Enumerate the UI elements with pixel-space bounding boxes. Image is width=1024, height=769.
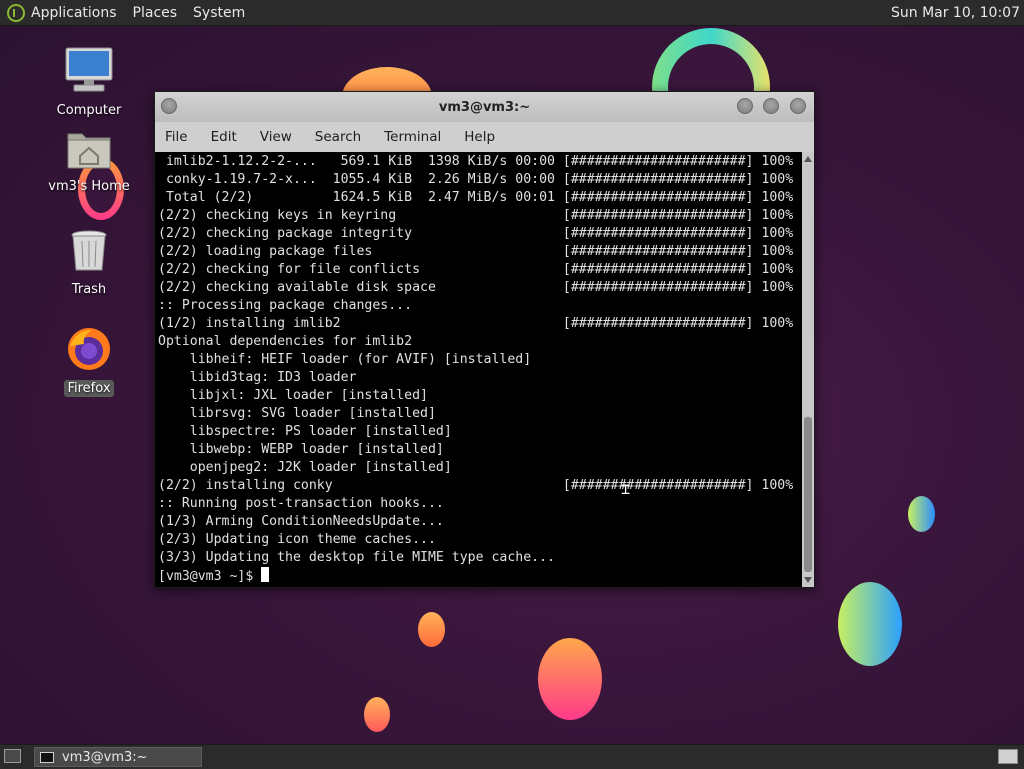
terminal-line: :: Processing package changes... bbox=[158, 298, 413, 313]
desktop-icon-label: Computer bbox=[56, 103, 122, 118]
terminal-line: (2/2) installing conky [################… bbox=[158, 478, 794, 493]
menu-search[interactable]: Search bbox=[315, 129, 361, 145]
terminal-line: (2/2) loading package files [###########… bbox=[158, 244, 794, 259]
scrollbar-thumb[interactable] bbox=[804, 417, 812, 572]
terminal-line: Total (2/2) 1624.5 KiB 2.47 MiB/s 00:01 … bbox=[158, 190, 794, 205]
workspace-switcher[interactable] bbox=[998, 749, 1018, 764]
desktop-icon-computer[interactable]: Computer bbox=[44, 46, 134, 119]
desktop-icon-label: Trash bbox=[71, 282, 107, 297]
clock[interactable]: Sun Mar 10, 10:07 bbox=[891, 5, 1020, 21]
desktop-icon-home[interactable]: vm3's Home bbox=[44, 128, 134, 195]
scroll-down-icon[interactable] bbox=[804, 577, 812, 583]
window-menubar: File Edit View Search Terminal Help bbox=[155, 122, 814, 152]
menu-edit[interactable]: Edit bbox=[211, 129, 237, 145]
terminal-line: :: Running post-transaction hooks... bbox=[158, 496, 444, 511]
terminal-line: libjxl: JXL loader [installed] bbox=[158, 388, 428, 403]
firefox-icon bbox=[44, 326, 134, 376]
terminal-line: (2/2) checking package integrity [######… bbox=[158, 226, 794, 241]
terminal-line: conky-1.19.7-2-x... 1055.4 KiB 2.26 MiB/… bbox=[158, 172, 794, 187]
menu-help[interactable]: Help bbox=[464, 129, 495, 145]
taskbar-button-label: vm3@vm3:~ bbox=[62, 749, 148, 765]
show-desktop-icon[interactable] bbox=[4, 749, 21, 763]
decor-blob bbox=[838, 582, 902, 666]
minimize-button[interactable] bbox=[737, 98, 753, 114]
terminal-line: libheif: HEIF loader (for AVIF) [install… bbox=[158, 352, 532, 367]
distro-logo-icon[interactable] bbox=[7, 3, 25, 22]
terminal-line: (1/3) Arming ConditionNeedsUpdate... bbox=[158, 514, 444, 529]
desktop-icon-label: Firefox bbox=[64, 380, 114, 397]
decor-blob bbox=[908, 496, 935, 532]
terminal-line: (1/2) installing imlib2 [###############… bbox=[158, 316, 794, 331]
terminal-line: (2/2) checking for file conflicts [#####… bbox=[158, 262, 794, 277]
top-panel: Applications Places System Sun Mar 10, 1… bbox=[0, 0, 1024, 26]
menu-applications[interactable]: Applications bbox=[31, 5, 117, 21]
terminal-line: (2/3) Updating icon theme caches... bbox=[158, 532, 436, 547]
close-button[interactable] bbox=[790, 98, 806, 114]
text-cursor bbox=[261, 567, 270, 582]
terminal-line: (3/3) Updating the desktop file MIME typ… bbox=[158, 550, 555, 565]
terminal-window[interactable]: vm3@vm3:~ File Edit View Search Terminal… bbox=[154, 91, 815, 588]
desktop-icon-label: vm3's Home bbox=[48, 179, 130, 194]
terminal-line: Optional dependencies for imlib2 bbox=[158, 334, 413, 349]
menu-view[interactable]: View bbox=[260, 129, 292, 145]
terminal-line: imlib2-1.12.2-2-... 569.1 KiB 1398 KiB/s… bbox=[158, 154, 794, 169]
terminal-line: (2/2) checking keys in keyring [########… bbox=[158, 208, 794, 223]
trash-icon bbox=[44, 229, 134, 277]
window-titlebar[interactable]: vm3@vm3:~ bbox=[155, 92, 814, 122]
desktop-icon-firefox[interactable]: Firefox bbox=[44, 326, 134, 397]
ibeam-cursor-icon: ⌶ bbox=[621, 480, 631, 498]
terminal-line: librsvg: SVG loader [installed] bbox=[158, 406, 436, 421]
terminal-line: (2/2) checking available disk space [###… bbox=[158, 280, 794, 295]
maximize-button[interactable] bbox=[763, 98, 779, 114]
bottom-panel: vm3@vm3:~ bbox=[0, 744, 1024, 769]
terminal-output[interactable]: imlib2-1.12.2-2-... 569.1 KiB 1398 KiB/s… bbox=[155, 152, 801, 587]
decor-blob bbox=[418, 612, 445, 647]
terminal-line: libid3tag: ID3 loader bbox=[158, 370, 357, 385]
decor-blob bbox=[538, 638, 602, 720]
terminal-line: libspectre: PS loader [installed] bbox=[158, 424, 452, 439]
terminal-icon bbox=[40, 751, 54, 763]
terminal-prompt: [vm3@vm3 ~]$ bbox=[158, 569, 262, 584]
computer-icon bbox=[44, 46, 134, 98]
desktop-icon-trash[interactable]: Trash bbox=[44, 229, 134, 298]
window-title: vm3@vm3:~ bbox=[438, 100, 531, 115]
terminal-prompt-line[interactable]: [vm3@vm3 ~]$ bbox=[158, 567, 801, 585]
home-folder-icon bbox=[44, 128, 134, 174]
terminal-line: libwebp: WEBP loader [installed] bbox=[158, 442, 444, 457]
menu-terminal[interactable]: Terminal bbox=[384, 129, 441, 145]
scroll-up-icon[interactable] bbox=[804, 156, 812, 162]
terminal-scrollbar[interactable] bbox=[802, 152, 814, 587]
terminal-line: openjpeg2: J2K loader [installed] bbox=[158, 460, 452, 475]
menu-system[interactable]: System bbox=[193, 5, 245, 21]
taskbar-button-terminal[interactable]: vm3@vm3:~ bbox=[34, 747, 202, 767]
decor-blob bbox=[364, 697, 390, 732]
menu-places[interactable]: Places bbox=[133, 5, 178, 21]
menu-file[interactable]: File bbox=[165, 129, 188, 145]
